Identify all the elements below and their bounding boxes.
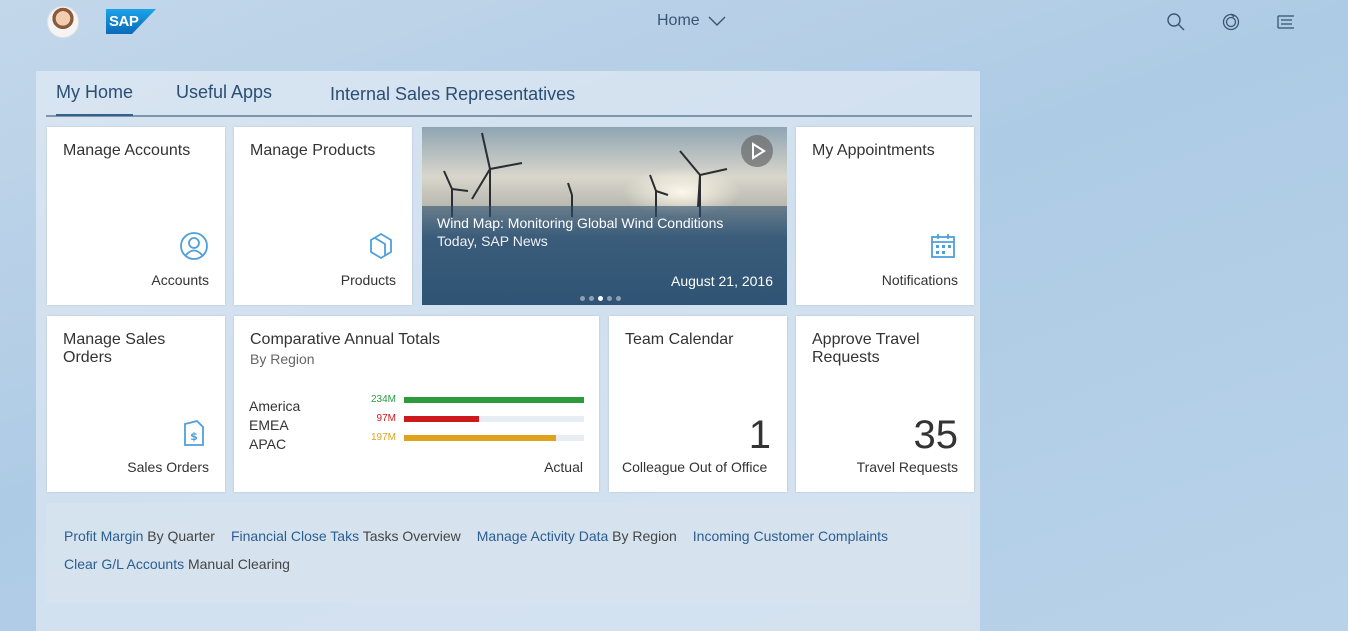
bar-track (404, 435, 584, 441)
avatar[interactable] (47, 6, 79, 38)
shell-bar: SAP Home (0, 0, 1348, 44)
carousel-dot[interactable] (589, 296, 594, 301)
tile-approve-travel-requests[interactable]: Approve Travel Requests 35 Travel Reques… (796, 316, 974, 492)
bar-track (404, 416, 584, 422)
calendar-icon (931, 234, 955, 258)
menu-icon[interactable] (1276, 12, 1296, 32)
link-subtitle: By Quarter (147, 528, 215, 544)
notifications-icon[interactable] (1221, 12, 1241, 32)
tile-title: Manage Products (250, 142, 376, 159)
tile-footer: Travel Requests (856, 459, 958, 475)
link-tiles-area: Profit Margin By Quarter Financial Close … (46, 503, 970, 603)
bar-value-label: 97M (376, 413, 396, 424)
link-tile[interactable]: Profit Margin By Quarter (64, 528, 215, 544)
sales-document-icon: $ (184, 420, 204, 446)
tile-comparative-annual-totals[interactable]: Comparative Annual Totals By Region Amer… (234, 316, 599, 492)
chevron-down-icon (708, 16, 726, 26)
carousel-dot[interactable] (598, 296, 603, 301)
home-title: Home (657, 12, 700, 29)
bar-america (404, 397, 584, 403)
tile-manage-products[interactable]: Manage Products Products (234, 127, 412, 305)
link-tile[interactable]: Incoming Customer Complaints (693, 528, 888, 544)
link-tile[interactable]: Clear G/L Accounts Manual Clearing (64, 556, 290, 572)
home-menu-button[interactable]: Home (657, 12, 726, 30)
tile-footer: Actual (544, 459, 583, 475)
tile-news-wind-map[interactable]: Wind Map: Monitoring Global Wind Conditi… (422, 127, 787, 305)
bar-value-label: 234M (370, 394, 396, 405)
news-date: August 21, 2016 (671, 273, 773, 289)
link-row-1: Profit Margin By Quarter Financial Close … (64, 528, 904, 544)
person-icon (180, 232, 208, 260)
link-tile[interactable]: Financial Close Taks Tasks Overview (231, 528, 461, 544)
tile-footer: Products (340, 272, 396, 288)
play-button[interactable] (741, 135, 773, 167)
link-title: Profit Margin (64, 528, 144, 544)
link-title: Manage Activity Data (476, 528, 609, 544)
tile-title: Comparative Annual Totals (250, 331, 441, 348)
tile-title: My Appointments (812, 142, 935, 159)
kpi-value: 35 (913, 413, 959, 457)
carousel-dot[interactable] (616, 296, 621, 301)
sap-logo[interactable]: SAP (106, 9, 156, 34)
link-tile[interactable]: Manage Activity Data By Region (477, 528, 677, 544)
tile-title: Manage Sales Orders (63, 331, 166, 366)
bar-track (404, 397, 584, 403)
link-subtitle: By Region (612, 528, 677, 544)
tile-title: Approve Travel Requests (812, 331, 920, 366)
bar-apac (404, 435, 556, 441)
logo-text: SAP (109, 13, 139, 30)
tab-internal-sales-representatives[interactable]: Internal Sales Representatives (330, 84, 575, 105)
tile-subtitle: By Region (250, 351, 315, 367)
tab-useful-apps[interactable]: Useful Apps (176, 82, 272, 103)
play-icon (752, 142, 766, 160)
tab-bar: My Home Useful Apps Internal Sales Repre… (46, 71, 972, 117)
tile-my-appointments[interactable]: My Appointments Notifications (796, 127, 974, 305)
wind-turbines-image (443, 132, 728, 217)
link-title: Clear G/L Accounts (64, 556, 185, 572)
carousel-dot[interactable] (607, 296, 612, 301)
link-subtitle: Manual Clearing (187, 556, 290, 572)
carousel-dots[interactable] (580, 296, 621, 301)
bar-category-label: APAC (249, 436, 287, 452)
bar-value-label: 197M (370, 432, 396, 443)
tile-manage-accounts[interactable]: Manage Accounts Accounts (47, 127, 225, 305)
home-panel: My Home Useful Apps Internal Sales Repre… (36, 71, 980, 631)
tile-footer: Colleague Out of Office (622, 459, 768, 475)
tile-title: Manage Accounts (63, 142, 191, 159)
bar-category-label: EMEA (249, 417, 289, 433)
news-title: Wind Map: Monitoring Global Wind Conditi… (437, 215, 724, 231)
link-row-2: Clear G/L Accounts Manual Clearing (64, 556, 306, 572)
tile-footer: Accounts (151, 272, 209, 288)
link-subtitle: Tasks Overview (362, 528, 461, 544)
link-title: Incoming Customer Complaints (692, 528, 889, 544)
news-subtitle: Today, SAP News (437, 233, 548, 249)
search-icon[interactable] (1166, 12, 1186, 32)
kpi-value: 1 (748, 413, 771, 457)
link-title: Financial Close Taks (230, 528, 360, 544)
tile-footer: Notifications (881, 272, 958, 288)
tile-title: Team Calendar (625, 331, 734, 348)
bar-category-label: America (249, 398, 301, 414)
tile-team-calendar[interactable]: Team Calendar 1 Colleague Out of Office (609, 316, 787, 492)
carousel-dot[interactable] (580, 296, 585, 301)
product-icon (370, 232, 392, 260)
tab-my-home[interactable]: My Home (56, 82, 134, 116)
tile-footer: Sales Orders (127, 459, 209, 475)
bar-emea (404, 416, 479, 422)
tile-manage-sales-orders[interactable]: Manage Sales Orders $ Sales Orders (47, 316, 225, 492)
svg-text:$: $ (190, 430, 198, 443)
